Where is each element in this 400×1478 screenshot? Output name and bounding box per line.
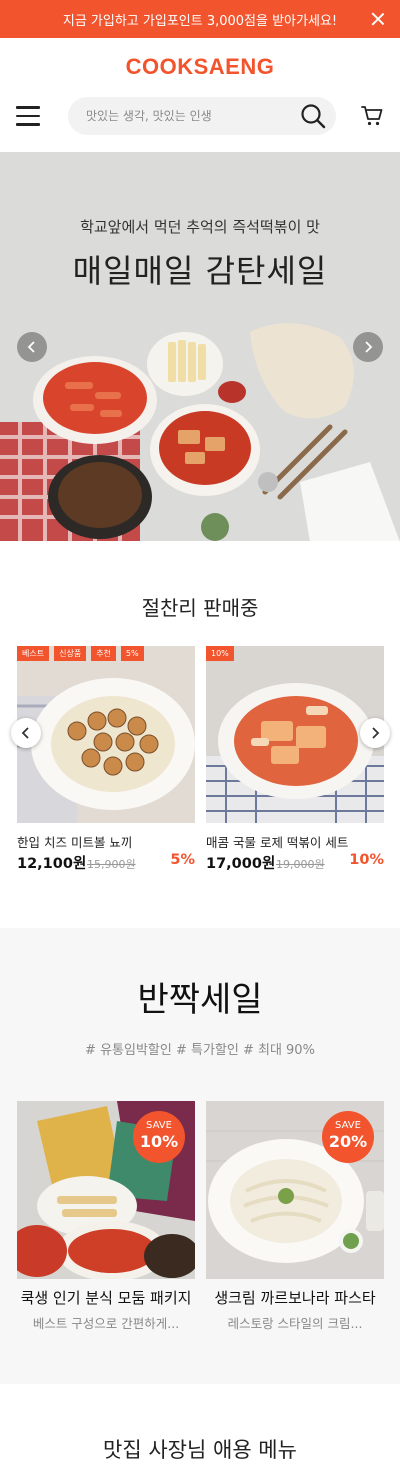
save-rate: 20% bbox=[328, 1132, 368, 1151]
product-image[interactable]: 베스트 신상품 추천 5% bbox=[17, 646, 195, 823]
product-name[interactable]: 매콤 국물 로제 떡볶이 세트 bbox=[206, 832, 384, 851]
search-bar[interactable] bbox=[68, 97, 336, 135]
promo-text: 지금 가입하고 가입포인트 3,000점을 받아가세요! bbox=[62, 13, 338, 29]
product-price: 12,100원 bbox=[17, 856, 87, 872]
section-title-owner: 맛집 사장님 애용 메뉴 bbox=[103, 1438, 297, 1462]
chevron-right-icon bbox=[372, 727, 380, 739]
product-discount-rate: 10% bbox=[349, 852, 384, 868]
sale-hashtags: # 유통임박할인 # 특가할인 # 최대 90% bbox=[85, 1043, 315, 1058]
chevron-left-icon bbox=[27, 341, 35, 353]
badge-discount: 5% bbox=[120, 646, 144, 661]
save-badge: SAVE 20% bbox=[322, 1111, 374, 1163]
close-icon[interactable] bbox=[370, 11, 386, 27]
badge-recommend: 추천 bbox=[91, 646, 116, 661]
section-title-best: 절찬리 판매중 bbox=[141, 596, 259, 620]
hero-next-button[interactable] bbox=[353, 332, 383, 362]
product-name[interactable]: 한입 치즈 미트볼 뇨끼 bbox=[17, 832, 195, 851]
product-image[interactable]: SAVE 20% bbox=[206, 1101, 384, 1279]
hero-prev-button[interactable] bbox=[17, 332, 47, 362]
badge-discount: 10% bbox=[206, 646, 234, 661]
carousel-prev-button[interactable] bbox=[11, 718, 41, 748]
product-discount-rate: 5% bbox=[170, 852, 195, 868]
hero-food-image bbox=[0, 152, 400, 541]
cart-icon[interactable] bbox=[360, 104, 384, 128]
product-name[interactable]: 쿡생 인기 분식 모둠 패키지 bbox=[17, 1287, 195, 1308]
promo-bar: 지금 가입하고 가입포인트 3,000점을 받아가세요! bbox=[0, 0, 400, 38]
chevron-right-icon bbox=[365, 341, 373, 353]
save-label: SAVE bbox=[146, 1120, 172, 1131]
logo[interactable]: COOKSAENG bbox=[0, 54, 400, 80]
badge-best: 베스트 bbox=[17, 646, 50, 661]
product-description: 베스트 구성으로 간편하게... bbox=[32, 1316, 180, 1331]
product-image[interactable]: 10% bbox=[206, 646, 384, 823]
hero-banner[interactable]: 학교앞에서 먹던 추억의 즉석떡볶이 맛 매일매일 감탄세일 bbox=[0, 152, 400, 541]
product-image[interactable]: SAVE 10% bbox=[17, 1101, 195, 1279]
rose-tteokbokki-image bbox=[206, 646, 384, 823]
product-price: 17,000원 bbox=[206, 856, 276, 872]
save-label: SAVE bbox=[335, 1120, 361, 1131]
carousel-next-button[interactable] bbox=[360, 718, 390, 748]
badge-group: 베스트 신상품 추천 5% bbox=[17, 646, 144, 661]
product-description: 레스토랑 스타일의 크림... bbox=[227, 1316, 363, 1331]
product-name[interactable]: 생크림 까르보나라 파스타 bbox=[206, 1287, 384, 1308]
search-icon[interactable] bbox=[300, 103, 326, 129]
hero-subtitle: 학교앞에서 먹던 추억의 즉석떡볶이 맛 bbox=[80, 218, 320, 236]
hero-title: 매일매일 감탄세일 bbox=[72, 252, 328, 290]
hamburger-menu-icon[interactable] bbox=[16, 106, 40, 126]
section-title-sale: 반짝세일 bbox=[137, 980, 263, 1020]
save-rate: 10% bbox=[139, 1132, 179, 1151]
save-badge: SAVE 10% bbox=[133, 1111, 185, 1163]
badge-new: 신상품 bbox=[54, 646, 87, 661]
chevron-left-icon bbox=[21, 727, 29, 739]
product-original-price: 19,000원 bbox=[276, 858, 325, 871]
gnocchi-image bbox=[17, 646, 195, 823]
search-input[interactable] bbox=[86, 97, 286, 135]
product-original-price: 15,900원 bbox=[87, 858, 136, 871]
badge-group: 10% bbox=[206, 646, 234, 661]
